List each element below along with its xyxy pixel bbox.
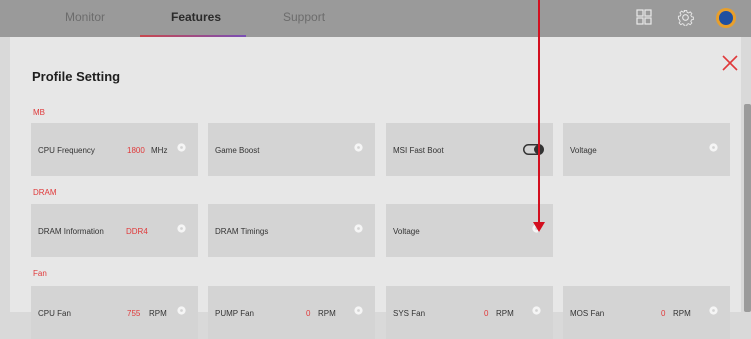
dram-type-value: DDR4 — [126, 227, 148, 236]
section-label-mb: MB — [33, 108, 45, 117]
card-label: DRAM Information — [38, 227, 104, 236]
card-mos-fan[interactable]: MOS Fan 0 RPM — [563, 286, 730, 339]
card-msi-fast-boot[interactable]: MSI Fast Boot — [386, 123, 553, 176]
card-cpu-frequency[interactable]: CPU Frequency 1800 MHz — [31, 123, 198, 176]
section-label-fan: Fan — [33, 269, 47, 278]
gear-icon[interactable] — [353, 305, 364, 316]
card-label: SYS Fan — [393, 309, 426, 318]
sys-fan-unit: RPM — [496, 309, 514, 318]
card-voltage-mb[interactable]: Voltage — [563, 123, 730, 176]
gear-icon[interactable] — [353, 142, 364, 153]
avatar-icon[interactable] — [716, 8, 736, 28]
card-label: MSI Fast Boot — [393, 146, 444, 155]
card-label: Voltage — [570, 146, 597, 155]
tab-monitor[interactable]: Monitor — [65, 10, 105, 24]
card-label: Game Boost — [215, 146, 260, 155]
cpu-fan-value: 755 — [127, 309, 141, 318]
gear-icon[interactable] — [531, 305, 542, 316]
close-icon[interactable] — [721, 54, 739, 72]
gear-icon[interactable] — [353, 223, 364, 234]
card-voltage-dram[interactable]: Voltage — [386, 204, 553, 257]
gear-icon[interactable] — [176, 142, 187, 153]
page-title: Profile Setting — [32, 69, 121, 84]
sys-fan-value: 0 — [484, 309, 489, 318]
card-label: CPU Fan — [38, 309, 71, 318]
grid-icon[interactable] — [636, 9, 652, 25]
scrollbar-thumb[interactable] — [744, 104, 751, 312]
section-label-dram: DRAM — [33, 188, 57, 197]
card-label: CPU Frequency — [38, 146, 95, 155]
mos-fan-value: 0 — [661, 309, 666, 318]
card-label: Voltage — [393, 227, 420, 236]
pump-fan-unit: RPM — [318, 309, 336, 318]
cpu-frequency-unit: MHz — [151, 146, 168, 155]
annotation-pointer-line — [538, 0, 540, 226]
cpu-fan-unit: RPM — [149, 309, 167, 318]
gear-icon[interactable] — [176, 223, 187, 234]
card-label: PUMP Fan — [215, 309, 254, 318]
fast-boot-toggle[interactable] — [523, 144, 544, 155]
tab-features[interactable]: Features — [171, 10, 221, 24]
card-label: DRAM Timings — [215, 227, 269, 236]
card-game-boost[interactable]: Game Boost — [208, 123, 375, 176]
pump-fan-value: 0 — [306, 309, 311, 318]
card-dram-timings[interactable]: DRAM Timings — [208, 204, 375, 257]
settings-icon[interactable] — [677, 9, 694, 26]
card-pump-fan[interactable]: PUMP Fan 0 RPM — [208, 286, 375, 339]
annotation-arrow-icon — [533, 222, 545, 232]
card-label: MOS Fan — [570, 309, 605, 318]
tab-support[interactable]: Support — [283, 10, 325, 24]
gear-icon[interactable] — [708, 305, 719, 316]
gear-icon[interactable] — [708, 142, 719, 153]
gear-icon[interactable] — [176, 305, 187, 316]
card-dram-information[interactable]: DRAM Information DDR4 — [31, 204, 198, 257]
card-cpu-fan[interactable]: CPU Fan 755 RPM — [31, 286, 198, 339]
cpu-frequency-value: 1800 — [127, 146, 145, 155]
mos-fan-unit: RPM — [673, 309, 691, 318]
card-sys-fan[interactable]: SYS Fan 0 RPM — [386, 286, 553, 339]
